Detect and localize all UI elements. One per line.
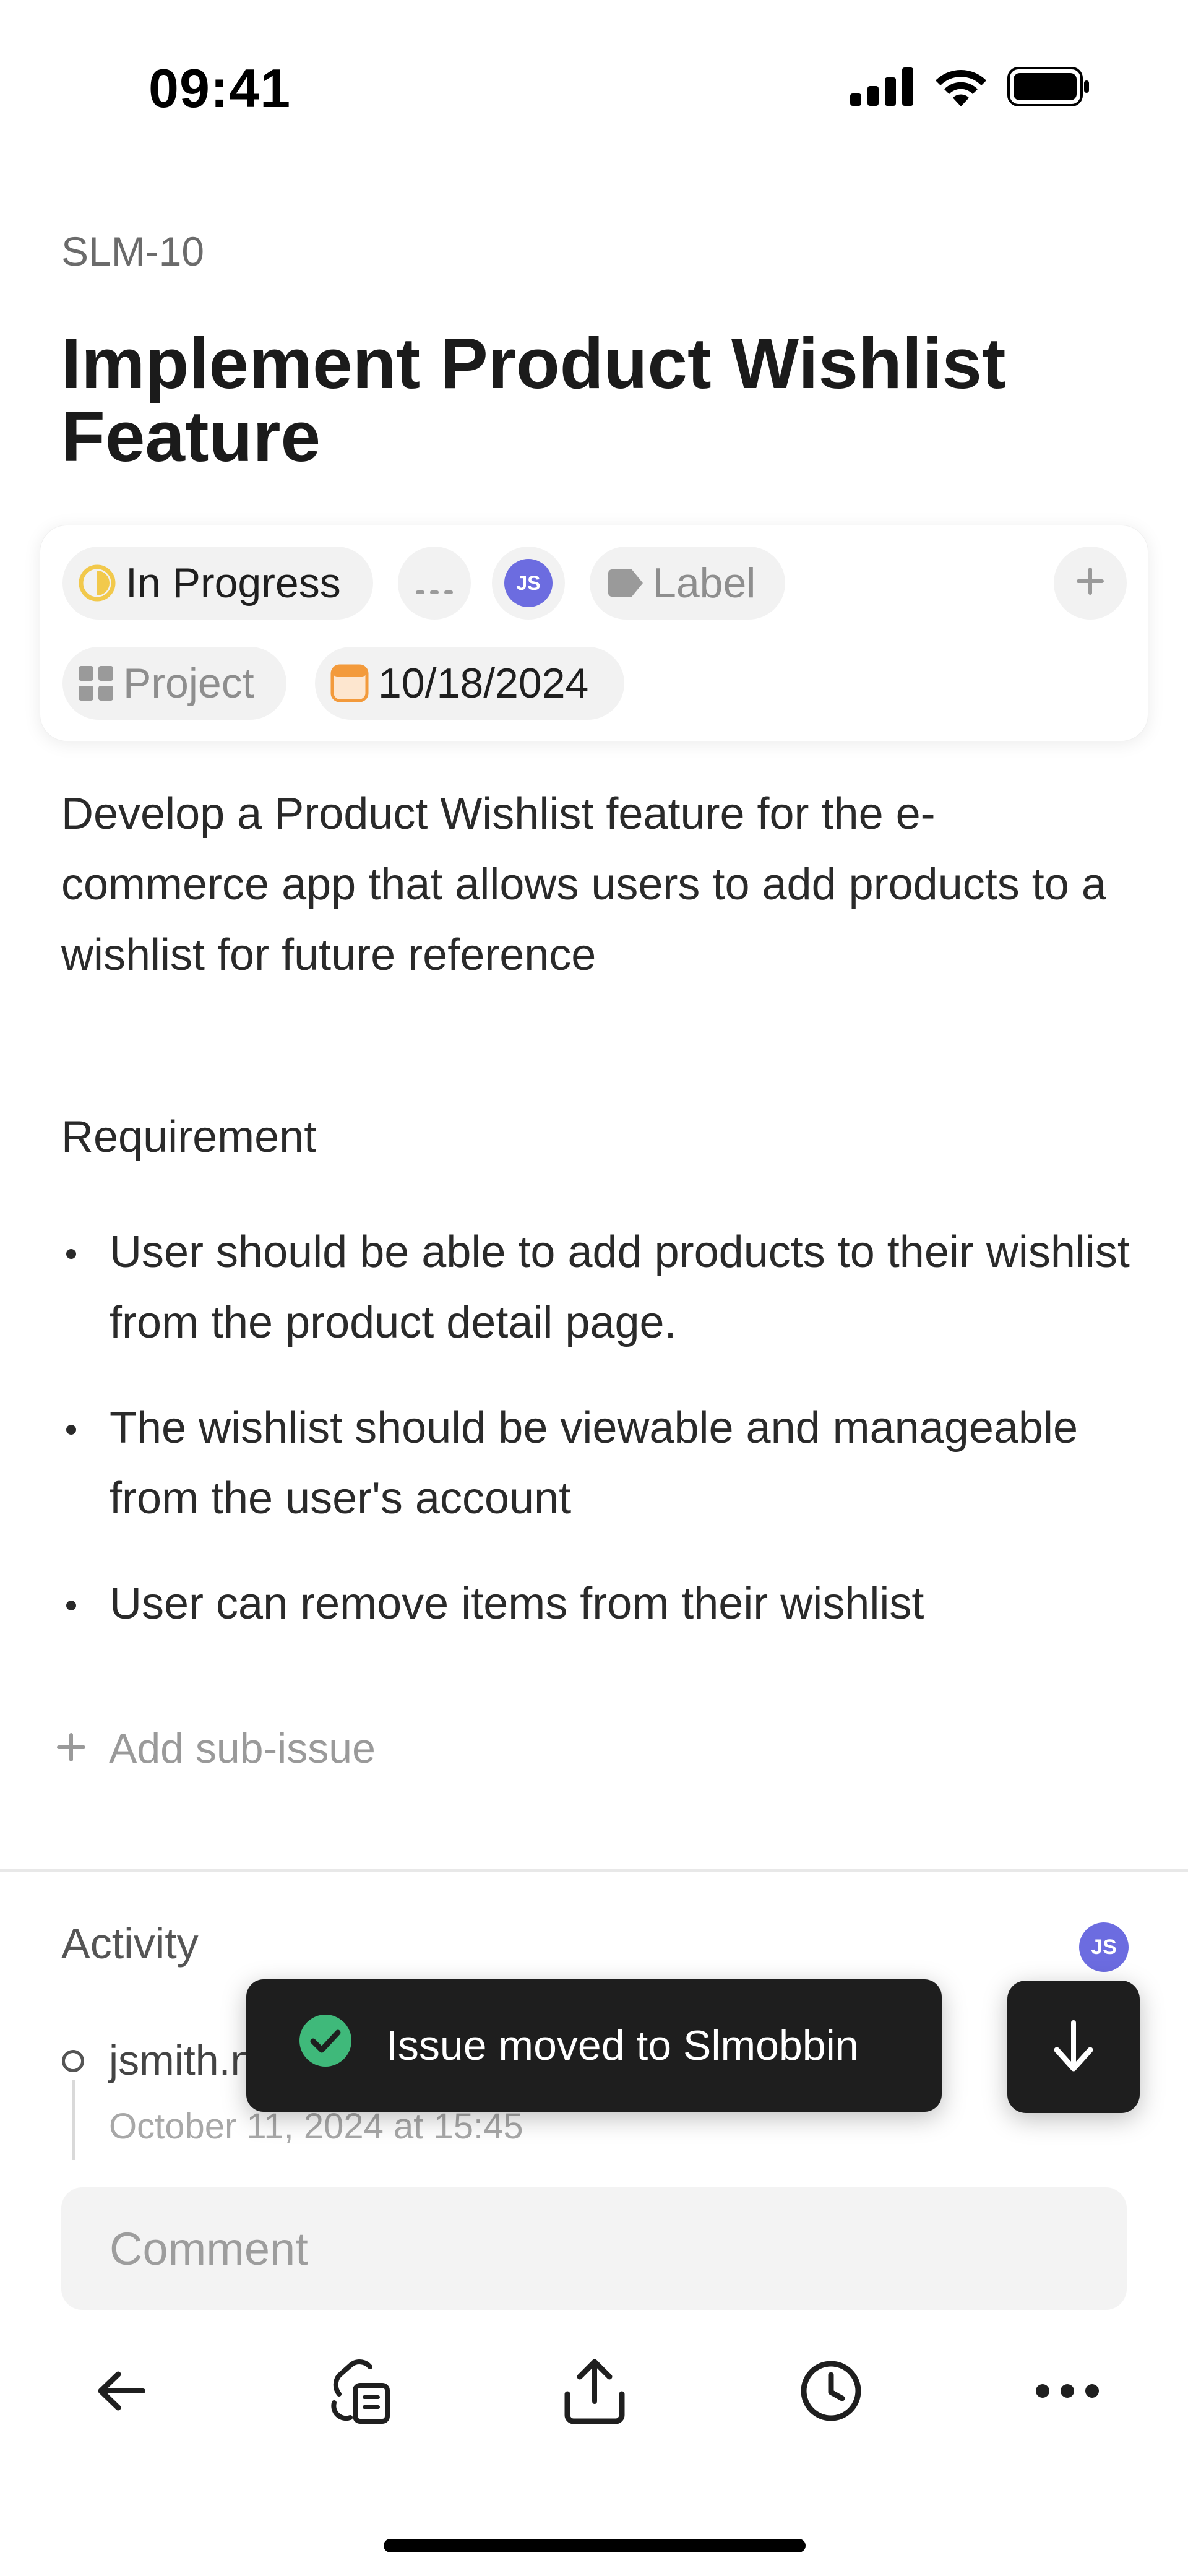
arrow-down-icon xyxy=(1052,2018,1095,2077)
copy-link-icon xyxy=(325,2357,391,2428)
list-item: The wishlist should be viewable and mana… xyxy=(61,1393,1138,1534)
activity-heading: Activity xyxy=(61,1919,199,1968)
issue-description[interactable]: Develop a Product Wishlist feature for t… xyxy=(61,779,1126,990)
activity-user: jsmith.n xyxy=(109,2037,254,2084)
no-priority-icon xyxy=(415,559,454,607)
due-date-text: 10/18/2024 xyxy=(378,660,589,707)
issue-id: SLM-10 xyxy=(61,228,205,274)
plus-icon xyxy=(56,1724,87,1773)
scroll-to-bottom-button[interactable] xyxy=(1007,1981,1140,2113)
activity-timeline-dot xyxy=(62,2050,84,2072)
activity-timestamp: October 11, 2024 at 15:45 xyxy=(109,2106,523,2146)
due-date-chip[interactable]: 10/18/2024 xyxy=(315,647,624,720)
section-divider xyxy=(0,1869,1188,1872)
label-text: Label xyxy=(653,560,756,607)
assignee-chip[interactable]: JS xyxy=(492,547,565,620)
toast-message: Issue moved to Slmobbin xyxy=(386,2022,859,2069)
more-options-button[interactable] xyxy=(1027,2352,1108,2432)
status-icons xyxy=(850,67,1090,110)
history-button[interactable] xyxy=(791,2352,871,2432)
project-grid-icon xyxy=(77,665,114,702)
project-chip[interactable]: Project xyxy=(62,647,286,720)
home-indicator[interactable] xyxy=(384,2539,806,2552)
status-label: In Progress xyxy=(126,560,341,607)
requirement-list: User should be able to add products to t… xyxy=(61,1217,1138,1674)
status-time: 09:41 xyxy=(148,58,291,119)
share-icon xyxy=(562,2357,627,2428)
status-chip[interactable]: In Progress xyxy=(62,547,373,620)
back-button[interactable] xyxy=(82,2352,162,2432)
activity-subscriber[interactable]: JS xyxy=(1079,1922,1129,1972)
label-chip[interactable]: Label xyxy=(590,547,785,620)
battery-icon xyxy=(1007,67,1090,110)
in-progress-icon xyxy=(77,563,117,603)
share-button[interactable] xyxy=(554,2352,635,2432)
copy-link-button[interactable] xyxy=(318,2352,398,2432)
assignee-avatar: JS xyxy=(504,559,553,607)
list-item: User can remove items from their wishlis… xyxy=(61,1568,1138,1639)
cellular-signal-icon xyxy=(850,67,915,109)
requirement-heading: Requirement xyxy=(61,1112,317,1162)
comment-input[interactable] xyxy=(61,2187,1127,2310)
avatar: JS xyxy=(1079,1922,1129,1972)
issue-properties-card: In Progress JS Label Project 10/18/2024 xyxy=(40,525,1148,741)
add-sub-issue-button[interactable]: Add sub-issue xyxy=(56,1724,376,1773)
add-sub-issue-label: Add sub-issue xyxy=(109,1725,376,1772)
bottom-toolbar xyxy=(0,2352,1188,2432)
plus-icon xyxy=(1074,559,1106,607)
more-icon xyxy=(1035,2384,1100,2401)
history-icon xyxy=(799,2359,863,2426)
tag-icon xyxy=(606,569,644,597)
activity-timeline-line xyxy=(72,2080,75,2160)
issue-title[interactable]: Implement Product Wishlist Feature xyxy=(61,327,1113,473)
project-text: Project xyxy=(123,660,254,707)
success-check-icon xyxy=(299,2015,351,2077)
list-item: User should be able to add products to t… xyxy=(61,1217,1138,1358)
status-bar: 09:41 xyxy=(0,0,1188,173)
toast-notification: Issue moved to Slmobbin xyxy=(246,1979,942,2112)
wifi-icon xyxy=(933,67,989,110)
add-property-button[interactable] xyxy=(1054,547,1127,620)
priority-chip[interactable] xyxy=(398,547,471,620)
back-arrow-icon xyxy=(96,2369,148,2416)
calendar-icon xyxy=(330,663,369,703)
